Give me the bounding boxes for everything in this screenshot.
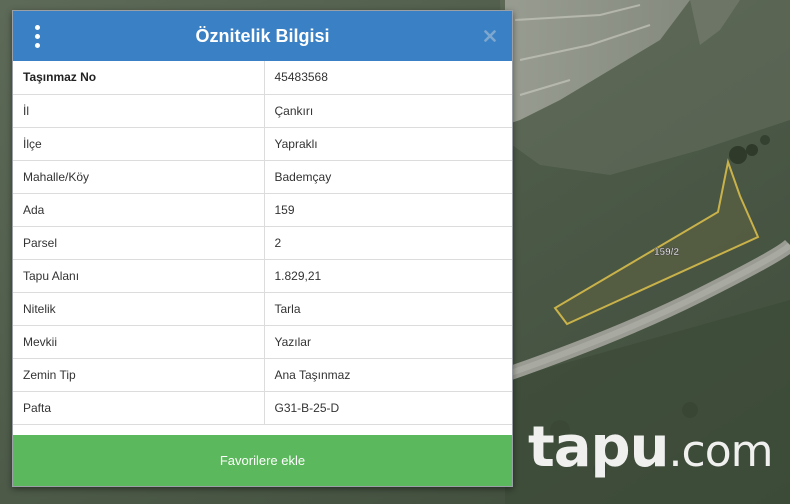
add-to-favorites-button[interactable]: Favorilere ekle — [13, 435, 512, 486]
attribute-key: Pafta — [13, 391, 265, 425]
attribute-row: Pafta G31-B-25-D — [13, 391, 512, 425]
panel-header: Öznitelik Bilgisi — [13, 11, 512, 61]
parcel-label: 159/2 — [654, 247, 679, 258]
attribute-value: Yazılar — [264, 325, 512, 359]
attribute-value: Tarla — [264, 292, 512, 326]
attribute-key: Nitelik — [13, 292, 265, 326]
attribute-key: Tapu Alanı — [13, 259, 265, 293]
attribute-row: Parsel 2 — [13, 226, 512, 260]
panel-close-button[interactable] — [480, 24, 500, 48]
attribute-row: Tapu Alanı 1.829,21 — [13, 259, 512, 293]
attribute-table: Taşınmaz No 45483568 İl Çankırı İlçe Yapraklı… — [13, 61, 512, 425]
vertical-ellipsis-icon — [34, 24, 40, 30]
close-icon — [484, 30, 496, 42]
watermark-main: tapu — [528, 415, 670, 480]
attribute-row: Mevkii Yazılar — [13, 325, 512, 359]
attribute-row: Zemin Tip Ana Taşınmaz — [13, 358, 512, 392]
attribute-key: İl — [13, 94, 265, 128]
tapu-watermark: tapu.com — [528, 420, 774, 477]
watermark-tld: .com — [668, 426, 774, 477]
attribute-value: Çankırı — [264, 94, 512, 128]
attribute-key: Mahalle/Köy — [13, 160, 265, 194]
attribute-row: Taşınmaz No 45483568 — [13, 61, 512, 95]
attribute-value: Bademçay — [264, 160, 512, 194]
panel-menu-button[interactable] — [27, 24, 47, 48]
attribute-value: 1.829,21 — [264, 259, 512, 293]
attribute-row: Mahalle/Köy Bademçay — [13, 160, 512, 194]
attribute-value: 2 — [264, 226, 512, 260]
attribute-key: Parsel — [13, 226, 265, 260]
attribute-row: İl Çankırı — [13, 94, 512, 128]
attribute-key: Zemin Tip — [13, 358, 265, 392]
attribute-info-panel: Öznitelik Bilgisi Taşınmaz No 45483568 İl Ç… — [12, 10, 513, 487]
attribute-value: 159 — [264, 193, 512, 227]
attribute-key: Mevkii — [13, 325, 265, 359]
panel-title: Öznitelik Bilgisi — [195, 25, 330, 46]
attribute-row: Nitelik Tarla — [13, 292, 512, 326]
attribute-value: Yapraklı — [264, 127, 512, 161]
attribute-value: Ana Taşınmaz — [264, 358, 512, 392]
attribute-row: İlçe Yapraklı — [13, 127, 512, 161]
attribute-value: 45483568 — [264, 61, 512, 95]
attribute-key: Ada — [13, 193, 265, 227]
attribute-key: İlçe — [13, 127, 265, 161]
attribute-row: Ada 159 — [13, 193, 512, 227]
attribute-key: Taşınmaz No — [13, 61, 265, 95]
attribute-value: G31-B-25-D — [264, 391, 512, 425]
